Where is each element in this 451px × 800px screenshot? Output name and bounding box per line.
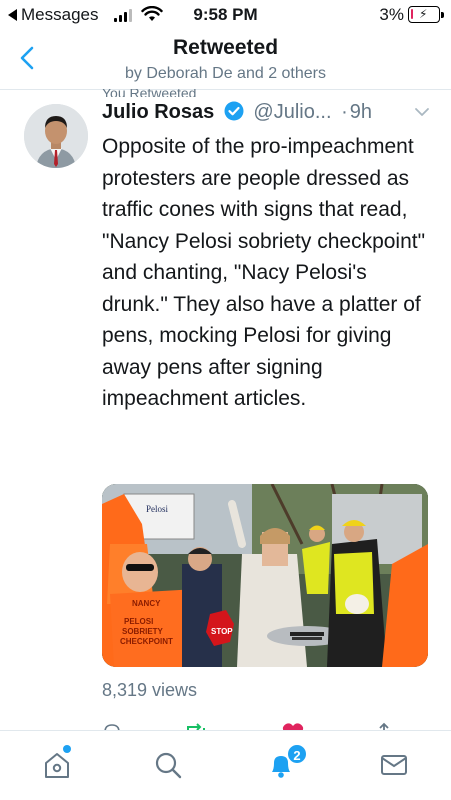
charging-bolt-icon: ⚡ (419, 7, 428, 21)
home-unread-dot (63, 745, 71, 753)
time-separator: · (341, 101, 348, 123)
nav-header: Retweeted by Deborah De and 2 others (0, 30, 451, 90)
page-subtitle[interactable]: by Deborah De and 2 others (0, 65, 451, 83)
notifications-badge: 2 (286, 743, 308, 765)
sign-line-3: SOBRIETY (122, 627, 164, 636)
stop-sign-text: STOP (211, 627, 233, 636)
tweet-text: Opposite of the pro-impeachment proteste… (102, 135, 426, 410)
tweet-header: Julio Rosas @Julio... · 9h (102, 101, 442, 129)
battery-icon: ⚡ (408, 6, 444, 23)
chevron-down-icon[interactable] (414, 104, 430, 120)
tweet-time[interactable]: 9h (350, 101, 372, 123)
sign-line-1: NANCY (132, 599, 161, 608)
avatar[interactable] (24, 104, 88, 168)
home-icon[interactable] (41, 749, 73, 781)
status-bar: Messages 9:58 PM 3% ⚡ (0, 0, 451, 30)
author-handle[interactable]: @Julio... (253, 101, 331, 123)
back-sign-text: Pelosi (146, 504, 169, 514)
messages-mail-icon[interactable] (378, 749, 410, 781)
view-count: 8,319 views (102, 680, 198, 700)
sign-line-4: CHECKPOINT (120, 637, 173, 646)
author-name[interactable]: Julio Rosas (102, 101, 214, 123)
tab-bar: 2 (0, 730, 451, 800)
protest-photo: Pelosi NANCY PELOSI SOBRIETY CHECKPOINT … (102, 484, 428, 667)
sign-line-2: PELOSI (124, 617, 153, 626)
verified-badge-icon (224, 101, 244, 121)
page-title: Retweeted (172, 36, 279, 59)
tweet-media-video[interactable]: Pelosi NANCY PELOSI SOBRIETY CHECKPOINT … (102, 484, 428, 667)
search-icon[interactable] (152, 749, 184, 781)
retweet-context: You Retweeted (102, 89, 197, 97)
avatar-portrait-image (24, 104, 88, 168)
battery-percent: 3% (379, 5, 404, 24)
